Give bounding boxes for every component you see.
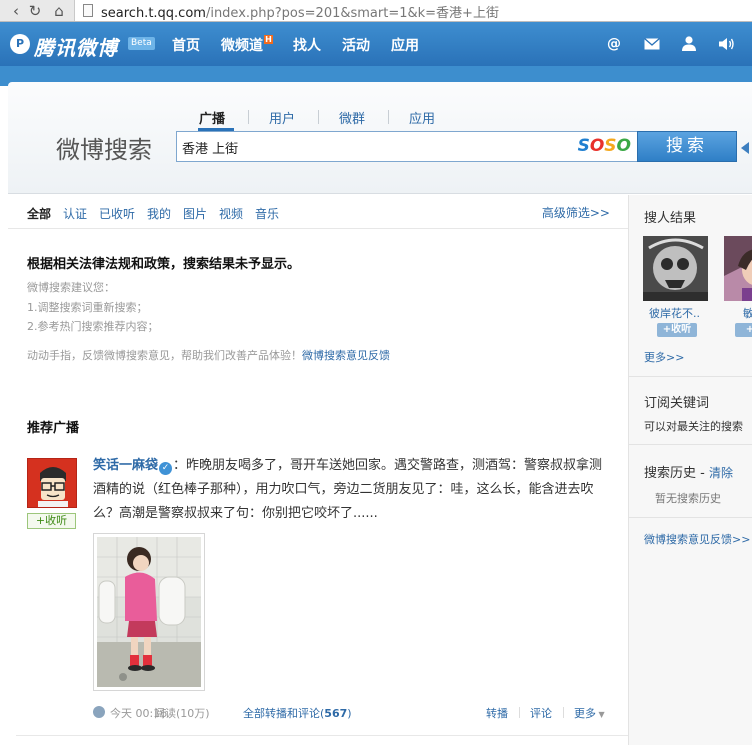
nav-events[interactable]: 活动 [342,35,370,55]
filter-mine[interactable]: 我的 [147,205,171,222]
people-results: 搜人结果 彼岸花不.. +收听 敏 +收 [629,195,752,377]
clear-history-link[interactable]: 清除 [709,466,733,480]
nav-channel-label: 微频道 [221,38,263,54]
post-reads: 阅读(10万) [154,707,210,720]
subscribe-section: 订阅关键词 可以对最关注的搜索 [629,377,752,445]
more-people-label: 更多>> [644,351,685,364]
url-path: /index.php?pos=201&smart=1&k=香港+上街 [205,6,499,21]
verified-icon: ✓ [159,462,173,475]
divider [16,735,628,736]
page-icon [83,4,93,17]
url-field[interactable]: search.t.qq.com/index.php?pos=201&smart=… [74,0,752,21]
suggestion-item: 1.调整搜索词重新搜索； [27,301,148,314]
more-menu[interactable]: 更多 ▼ [574,705,605,721]
forward-link[interactable]: 转播 [486,705,508,721]
nav-home[interactable]: 首页 [172,35,200,55]
search-button[interactable]: 搜索 [637,131,737,162]
filter-images[interactable]: 图片 [183,205,207,222]
home-icon[interactable]: ⌂ [49,1,69,21]
url-text: search.t.qq.com/index.php?pos=201&smart=… [101,2,499,21]
beta-badge: Beta [128,37,155,50]
feedback-link[interactable]: 微博搜索意见反馈 [302,349,390,362]
filter-all[interactable]: 全部 [27,205,51,222]
chevron-down-icon: ▼ [596,710,605,719]
person-follow-button[interactable]: +收 [735,323,752,337]
person-name[interactable]: 敏 [743,305,752,321]
hot-badge: H [264,35,273,44]
browser-address-bar: ‹ ↻ ⌂ search.t.qq.com/index.php?pos=201&… [0,0,752,22]
feedback-line: 动动手指，反馈微博搜索意见，帮助我们改善产品体验！微博搜索意见反馈 [27,347,390,363]
person-avatar[interactable] [643,236,708,301]
suggestion-heading: 微博搜索建议您： [27,281,115,294]
url-host: search.t.qq.com [101,6,206,21]
post-meta: 今天 00:16 阅读(10万) 全部转播和评论(567) 转播 评论 更多 ▼ [93,705,613,721]
search-panel: 广播 用户 微群 应用 微博搜索 SOSO 搜索 [8,82,752,194]
search-results: 全部 认证 已收听 我的 图片 视频 音乐 高级筛选>> 根据相关法律法规和政策… [8,195,628,745]
filter-verified[interactable]: 认证 [63,205,87,222]
person-follow-button[interactable]: +收听 [657,323,697,337]
feedback-text: 动动手指，反馈微博搜索意见，帮助我们改善产品体验！ [27,349,302,362]
subscribe-title: 订阅关键词 [644,396,710,411]
more-label: 更多 [574,707,596,720]
tab-groups[interactable]: 微群 [339,108,365,127]
top-navigation: P 腾讯微博 Beta 首页 微频道 H 找人 活动 应用 @ [0,22,752,66]
subscribe-description: 可以对最关注的搜索 [644,420,743,433]
comment-link[interactable]: 评论 [530,705,552,721]
follow-button[interactable]: +收听 [27,513,76,529]
sidebar-feedback-link[interactable]: 微博搜索意见反馈>> [644,531,750,547]
history-empty: 暂无搜索历史 [655,492,721,505]
replies-count: 567 [324,707,348,720]
search-input[interactable] [182,137,562,157]
post-image[interactable] [93,533,205,691]
all-replies-label: 全部转播和评论( [243,707,325,720]
meta-divider [563,707,564,718]
globe-icon [93,706,105,718]
nav-apps[interactable]: 应用 [391,35,419,55]
post-author[interactable]: 笑话一麻袋 [93,458,158,473]
sidebar-feedback-label: 微博搜索意见反馈>> [644,533,751,546]
sound-icon[interactable] [717,35,735,53]
search-history: 搜索历史 - 清除 暂无搜索历史 [629,445,752,518]
search-box[interactable]: SOSO [176,131,638,162]
tab-divider [318,110,319,124]
advanced-filter-link[interactable]: 高级筛选>> [542,204,610,221]
censorship-notice: 根据相关法律法规和政策，搜索结果未予显示。 [27,257,301,272]
filter-music[interactable]: 音乐 [255,205,279,222]
people-results-title: 搜人结果 [644,211,697,226]
more-people-link[interactable]: 更多>> [644,349,684,365]
post-body: 笑话一麻袋 ✓ ：昨晚朋友喝多了，哥开车送她回家。遇交警路查，测酒驾：警察叔叔拿测酒… [93,454,608,526]
suggestion-item: 2.参考热门搜索推荐内容； [27,320,159,333]
qq-logo-icon[interactable]: P [10,34,30,54]
tab-divider [388,110,389,124]
back-icon[interactable]: ‹ [6,1,26,21]
history-title: 搜索历史 - 清除 [644,462,733,481]
soso-logo: SOSO [577,136,631,156]
site-logo[interactable]: 腾讯微博 [34,32,118,61]
tab-users[interactable]: 用户 [269,108,295,127]
nav-find-people[interactable]: 找人 [293,35,321,55]
mention-icon[interactable]: @ [605,35,623,53]
author-avatar[interactable] [27,458,77,508]
nav-channel[interactable]: 微频道 H [221,35,273,55]
user-icon[interactable] [680,35,698,53]
reload-icon[interactable]: ↻ [25,1,45,21]
all-replies-close: ) [347,707,352,720]
person-avatar[interactable] [724,236,752,301]
tab-divider [248,110,249,124]
all-replies-link[interactable]: 全部转播和评论(567) [243,705,352,721]
meta-divider [519,707,520,718]
page-title: 微博搜索 [56,136,152,164]
tab-apps[interactable]: 应用 [409,108,435,127]
filter-videos[interactable]: 视频 [219,205,243,222]
search-button-arrow [741,142,749,154]
person-name[interactable]: 彼岸花不.. [649,305,700,321]
recommended-title: 推荐广播 [27,421,80,436]
post-photo [97,537,201,687]
filter-bar: 全部 认证 已收听 我的 图片 视频 音乐 高级筛选>> [8,195,628,229]
tab-broadcast[interactable]: 广播 [199,108,225,127]
mail-icon[interactable] [643,35,661,53]
filter-following[interactable]: 已收听 [99,205,135,222]
right-sidebar: 搜人结果 彼岸花不.. +收听 敏 +收 [628,195,752,745]
history-title-label: 搜索历史 - [644,466,709,481]
